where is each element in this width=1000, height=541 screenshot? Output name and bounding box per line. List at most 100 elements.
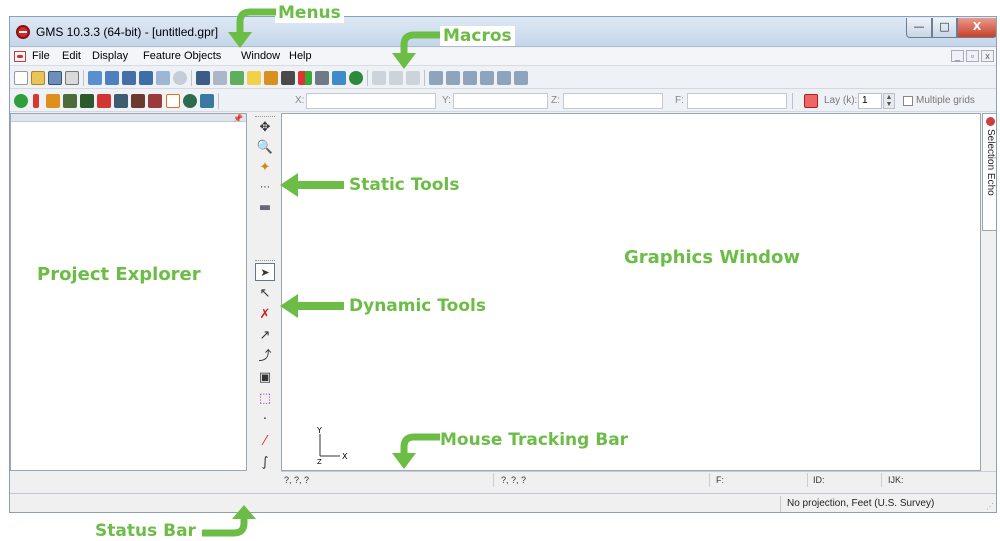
zoom-extents-icon[interactable] [173, 71, 187, 85]
map-to-icon[interactable] [372, 71, 386, 85]
delete-arc-icon[interactable]: ✗ [255, 306, 275, 324]
module-mesh-icon[interactable] [80, 94, 94, 108]
module-toolbar: X: Y: Z: F: Lay (k): 1 ▲ ▼ Multiple grids [10, 90, 996, 112]
view-icon[interactable] [88, 71, 102, 85]
frame-image-icon[interactable] [230, 71, 244, 85]
selection-echo-icon [986, 117, 995, 126]
rotate-view-icon[interactable] [156, 71, 170, 85]
menu-bar: File Edit Display Feature Objects Window… [10, 48, 996, 66]
model-icon-5[interactable] [497, 71, 511, 85]
axis-x-label: X [342, 452, 348, 461]
multiple-grids-checkbox[interactable] [903, 96, 913, 106]
view-side-icon[interactable] [122, 71, 136, 85]
select-box-icon[interactable]: ⬚ [255, 390, 275, 408]
calculator-icon[interactable] [315, 71, 329, 85]
mdi-close-button[interactable]: x [981, 50, 994, 62]
open-icon[interactable] [31, 71, 45, 85]
menu-feature-objects[interactable]: Feature Objects [143, 50, 221, 62]
get-info-icon[interactable] [213, 71, 227, 85]
annotation-mouse-tracking-bar: Mouse Tracking Bar [440, 430, 629, 450]
mdi-minimize-button[interactable]: _ [951, 50, 964, 62]
toolbar-separator [792, 93, 793, 109]
create-arc-group-icon[interactable]: ⤴ [255, 348, 275, 366]
resize-grip[interactable]: ⋰ [986, 502, 994, 511]
select-arrow-icon[interactable]: ➤ [255, 263, 275, 281]
lighting-icon[interactable] [247, 71, 261, 85]
macros-arrow-icon [392, 31, 440, 69]
static-tools-arrow-icon [280, 173, 344, 197]
create-point-icon[interactable]: · [255, 411, 275, 429]
x-coord-field[interactable] [306, 93, 436, 109]
module-map-icon[interactable] [14, 94, 28, 108]
module-grid-icon[interactable] [114, 94, 128, 108]
display-options-icon[interactable] [196, 71, 210, 85]
view-front-icon[interactable] [105, 71, 119, 85]
close-button[interactable]: X [957, 18, 996, 38]
layer-field[interactable]: 1 [858, 93, 882, 109]
model-icon-6[interactable] [514, 71, 528, 85]
plot-wizard-icon[interactable] [281, 71, 295, 85]
print-icon[interactable] [65, 71, 79, 85]
create-curve-icon[interactable]: ∫ [255, 454, 275, 472]
model-icon-2[interactable] [446, 71, 460, 85]
f-value-field[interactable] [687, 93, 787, 109]
menu-file[interactable]: File [32, 50, 50, 62]
project-explorer[interactable]: 📌 [10, 113, 247, 471]
z-coord-field[interactable] [563, 93, 663, 109]
create-arc-red-icon[interactable]: ⁄ [255, 433, 275, 451]
document-icon[interactable] [14, 51, 26, 62]
zoom-icon[interactable]: 🔍 [255, 139, 275, 157]
module-gis-icon[interactable] [148, 94, 162, 108]
globe-icon[interactable] [349, 71, 363, 85]
measure-icon[interactable]: ⋯ [255, 179, 275, 197]
module-boreholes-icon[interactable] [33, 94, 39, 108]
gms-app-icon[interactable] [16, 25, 30, 39]
build-grid-icon[interactable] [406, 71, 420, 85]
macro-icon[interactable] [332, 71, 346, 85]
module-particle-icon[interactable] [200, 94, 214, 108]
menu-edit[interactable]: Edit [62, 50, 81, 62]
contour-options-icon[interactable] [264, 71, 278, 85]
module-ugrid-icon[interactable] [97, 94, 111, 108]
select-vertex-icon[interactable]: ↖ [255, 285, 275, 303]
graphics-window[interactable]: Y Z X [281, 113, 981, 471]
model-icon-3[interactable] [463, 71, 477, 85]
module-solid-icon[interactable] [46, 94, 60, 108]
module-tin-icon[interactable] [63, 94, 77, 108]
color-ramp-icon[interactable] [298, 71, 312, 85]
pin-icon[interactable]: 📌 [233, 114, 243, 123]
create-arc-icon[interactable]: ↗ [255, 327, 275, 345]
rotate-icon[interactable]: ✦ [255, 159, 275, 177]
model-icon-4[interactable] [480, 71, 494, 85]
new-icon[interactable] [14, 71, 28, 85]
frame-icon[interactable]: ▬ [255, 199, 275, 217]
module-2d-scatter-icon[interactable] [166, 94, 180, 108]
tracking-divider [493, 473, 494, 487]
y-coord-field[interactable] [453, 93, 548, 109]
convert-icon[interactable] [389, 71, 403, 85]
menu-display[interactable]: Display [92, 50, 128, 62]
module-scatter-icon[interactable] [131, 94, 145, 108]
menu-help[interactable]: Help [289, 50, 312, 62]
projection-status[interactable]: No projection, Feet (U.S. Survey) [787, 498, 934, 509]
module-3d-scatter-icon[interactable] [183, 94, 197, 108]
select-polygon-icon[interactable]: ▣ [255, 369, 275, 387]
toolbar-separator [218, 93, 219, 109]
annotation-project-explorer: Project Explorer [37, 264, 201, 285]
model-icon-1[interactable] [429, 71, 443, 85]
view-oblique-icon[interactable] [139, 71, 153, 85]
selection-echo-label: Selection Echo [985, 129, 996, 196]
mouse-coords-field: ?, ?, ? [284, 475, 310, 485]
maximize-button[interactable]: □ [932, 18, 957, 38]
pan-icon[interactable]: ✥ [255, 119, 275, 137]
layer-spinner[interactable]: ▲ ▼ [883, 93, 895, 109]
standard-toolbar [10, 67, 996, 89]
minimize-button[interactable]: — [906, 18, 932, 38]
dynamic-tools-grip[interactable] [255, 260, 275, 261]
static-tools-grip[interactable] [255, 116, 275, 117]
menu-window[interactable]: Window [241, 50, 280, 62]
layer-options-icon[interactable] [804, 94, 818, 108]
selection-echo-tab[interactable]: Selection Echo [982, 113, 996, 231]
save-icon[interactable] [48, 71, 62, 85]
mdi-restore-button[interactable]: ▫ [966, 50, 979, 62]
